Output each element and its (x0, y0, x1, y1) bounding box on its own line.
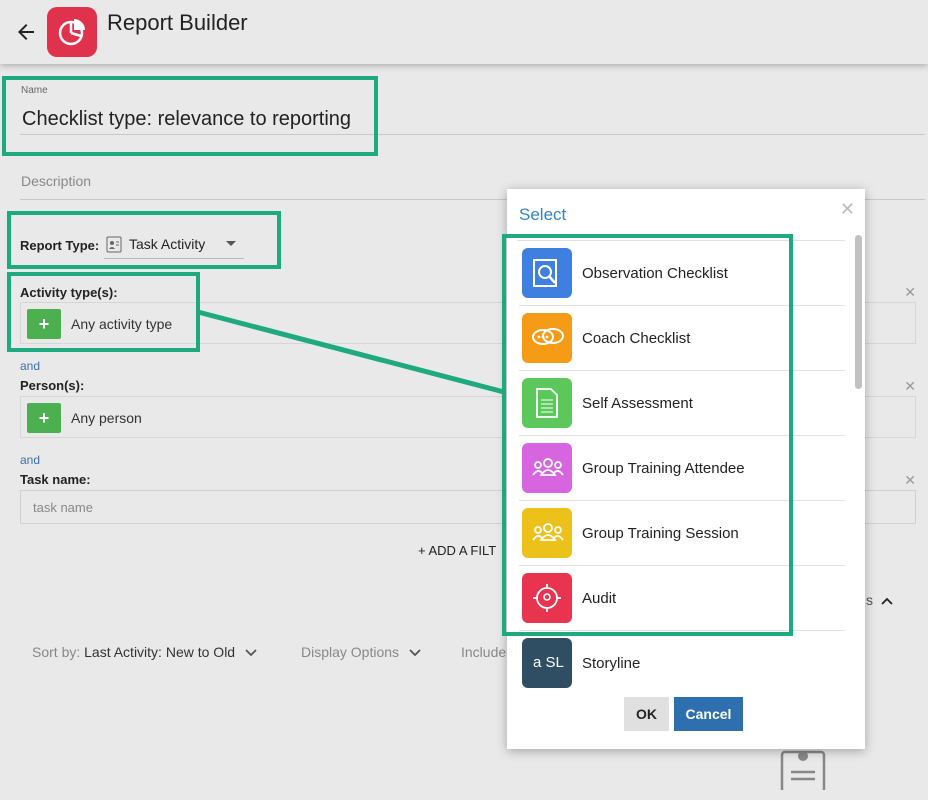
connector-line (197, 309, 505, 395)
